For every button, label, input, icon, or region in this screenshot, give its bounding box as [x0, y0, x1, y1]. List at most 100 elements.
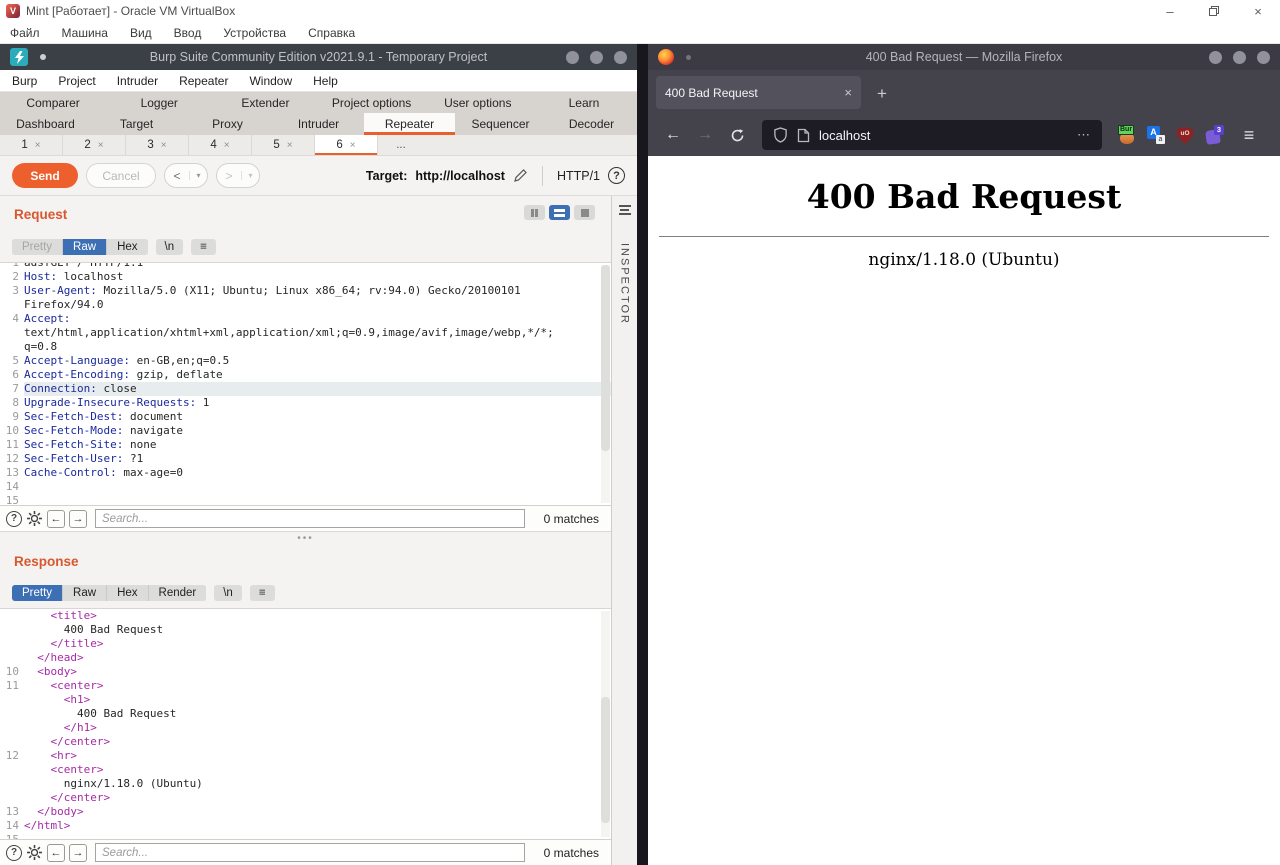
- tab-target[interactable]: Target: [91, 113, 182, 135]
- history-forward-button[interactable]: > ▾: [216, 163, 260, 188]
- search-next-button[interactable]: →: [69, 510, 87, 528]
- url-bar[interactable]: localhost ⋯: [762, 120, 1102, 150]
- search-next-button[interactable]: →: [69, 844, 87, 862]
- tab-sequencer[interactable]: Sequencer: [455, 113, 546, 135]
- burp-menu-help[interactable]: Help: [313, 74, 338, 88]
- request-scrollbar[interactable]: [601, 265, 610, 503]
- search-help-icon[interactable]: ?: [6, 511, 22, 527]
- close-button[interactable]: ×: [1236, 0, 1280, 22]
- request-tab-pretty[interactable]: Pretty: [12, 239, 62, 255]
- layout-columns-button[interactable]: [524, 205, 545, 220]
- close-tab-icon[interactable]: ×: [287, 140, 293, 151]
- tab-project-options[interactable]: Project options: [319, 92, 425, 113]
- layout-rows-button[interactable]: [549, 205, 570, 220]
- help-icon[interactable]: ?: [608, 167, 625, 184]
- tab-intruder[interactable]: Intruder: [273, 113, 364, 135]
- response-tab-raw[interactable]: Raw: [63, 585, 106, 601]
- repeater-more-tabs[interactable]: ...: [378, 135, 424, 155]
- url-text[interactable]: localhost: [819, 128, 1068, 143]
- menu-help[interactable]: Справка: [308, 26, 355, 40]
- response-tab-hex[interactable]: Hex: [107, 585, 147, 601]
- tab-user-options[interactable]: User options: [425, 92, 531, 113]
- repeater-tab-5[interactable]: 5×: [252, 135, 315, 155]
- browser-tab-active[interactable]: 400 Bad Request ×: [656, 76, 861, 109]
- menu-file[interactable]: Файл: [10, 26, 40, 40]
- search-prev-button[interactable]: ←: [47, 510, 65, 528]
- new-tab-button[interactable]: +: [867, 79, 897, 109]
- close-tab-icon[interactable]: ×: [98, 140, 104, 151]
- request-tab-raw[interactable]: Raw: [63, 239, 106, 255]
- forward-button[interactable]: →: [690, 120, 720, 150]
- inspector-collapse-icon[interactable]: [619, 205, 631, 215]
- tab-close-icon[interactable]: ×: [838, 85, 852, 100]
- search-help-icon[interactable]: ?: [6, 845, 22, 861]
- menu-machine[interactable]: Машина: [62, 26, 108, 40]
- tracking-shield-icon[interactable]: [773, 127, 788, 143]
- cancel-button[interactable]: Cancel: [86, 163, 156, 188]
- repeater-tab-3[interactable]: 3×: [126, 135, 189, 155]
- tab-comparer[interactable]: Comparer: [0, 92, 106, 113]
- edit-target-pencil-icon[interactable]: [513, 168, 528, 183]
- http-version-label[interactable]: HTTP/1: [557, 169, 600, 183]
- tab-dashboard[interactable]: Dashboard: [0, 113, 91, 135]
- reload-button[interactable]: [722, 120, 752, 150]
- request-search-input[interactable]: [95, 509, 525, 528]
- page-actions-icon[interactable]: ⋯: [1077, 127, 1091, 143]
- menu-view[interactable]: Вид: [130, 26, 152, 40]
- editor-menu-button[interactable]: ≡: [191, 239, 216, 255]
- window-maximize-circle[interactable]: [590, 51, 603, 64]
- close-tab-icon[interactable]: ×: [161, 140, 167, 151]
- menu-input[interactable]: Ввод: [174, 26, 202, 40]
- back-button[interactable]: ←: [658, 120, 688, 150]
- inspector-label[interactable]: INSPECTOR: [619, 243, 631, 325]
- response-editor[interactable]: <title> 400 Bad Request </title> </head>…: [0, 608, 611, 839]
- window-close-circle[interactable]: [614, 51, 627, 64]
- tab-logger[interactable]: Logger: [106, 92, 212, 113]
- panel-splitter-handle[interactable]: •••: [0, 531, 611, 545]
- inspector-rail[interactable]: INSPECTOR: [611, 196, 637, 865]
- extension-with-badge-icon[interactable]: 3: [1205, 126, 1223, 144]
- tab-learn[interactable]: Learn: [531, 92, 637, 113]
- burp-menu-project[interactable]: Project: [58, 74, 95, 88]
- tab-decoder[interactable]: Decoder: [546, 113, 637, 135]
- show-newlines-toggle[interactable]: \n: [156, 239, 184, 255]
- search-settings-gear-icon[interactable]: [26, 510, 43, 527]
- translate-extension-icon[interactable]: A a: [1147, 126, 1165, 144]
- history-back-dropdown[interactable]: ▾: [189, 171, 207, 180]
- minimize-button[interactable]: –: [1148, 0, 1192, 22]
- search-prev-button[interactable]: ←: [47, 844, 65, 862]
- repeater-tab-1[interactable]: 1×: [0, 135, 63, 155]
- history-forward-dropdown[interactable]: ▾: [241, 171, 259, 180]
- close-tab-icon[interactable]: ×: [350, 140, 356, 151]
- response-tab-pretty[interactable]: Pretty: [12, 585, 62, 601]
- request-tab-hex[interactable]: Hex: [107, 239, 147, 255]
- window-minimize-circle[interactable]: [566, 51, 579, 64]
- app-menu-hamburger-icon[interactable]: ≡: [1234, 120, 1264, 150]
- close-tab-icon[interactable]: ×: [224, 140, 230, 151]
- search-settings-gear-icon[interactable]: [26, 844, 43, 861]
- history-back-button[interactable]: < ▾: [164, 163, 208, 188]
- response-search-input[interactable]: [95, 843, 525, 862]
- menu-devices[interactable]: Устройства: [223, 26, 286, 40]
- restore-button[interactable]: [1192, 0, 1236, 22]
- page-info-icon[interactable]: [797, 128, 810, 143]
- layout-single-button[interactable]: [574, 205, 595, 220]
- burp-menu-burp[interactable]: Burp: [12, 74, 37, 88]
- window-minimize-circle[interactable]: [1209, 51, 1222, 64]
- burp-titlebar[interactable]: Burp Suite Community Edition v2021.9.1 -…: [0, 44, 637, 70]
- request-editor[interactable]: 1adsfGET / HTTP/1.12Host: localhost3User…: [0, 262, 611, 505]
- tab-proxy[interactable]: Proxy: [182, 113, 273, 135]
- ublock-origin-extension-icon[interactable]: uO: [1176, 126, 1194, 144]
- repeater-tab-6-active[interactable]: 6×: [315, 135, 378, 155]
- editor-menu-button[interactable]: ≡: [250, 585, 275, 601]
- foxyproxy-extension-icon[interactable]: Bur: [1118, 126, 1136, 144]
- send-button[interactable]: Send: [12, 163, 78, 188]
- firefox-titlebar[interactable]: 400 Bad Request — Mozilla Firefox: [648, 44, 1280, 70]
- close-tab-icon[interactable]: ×: [35, 140, 41, 151]
- response-scrollbar[interactable]: [601, 611, 610, 837]
- response-tab-render[interactable]: Render: [149, 585, 207, 601]
- burp-menu-window[interactable]: Window: [249, 74, 292, 88]
- window-maximize-circle[interactable]: [1233, 51, 1246, 64]
- repeater-tab-2[interactable]: 2×: [63, 135, 126, 155]
- show-newlines-toggle[interactable]: \n: [214, 585, 242, 601]
